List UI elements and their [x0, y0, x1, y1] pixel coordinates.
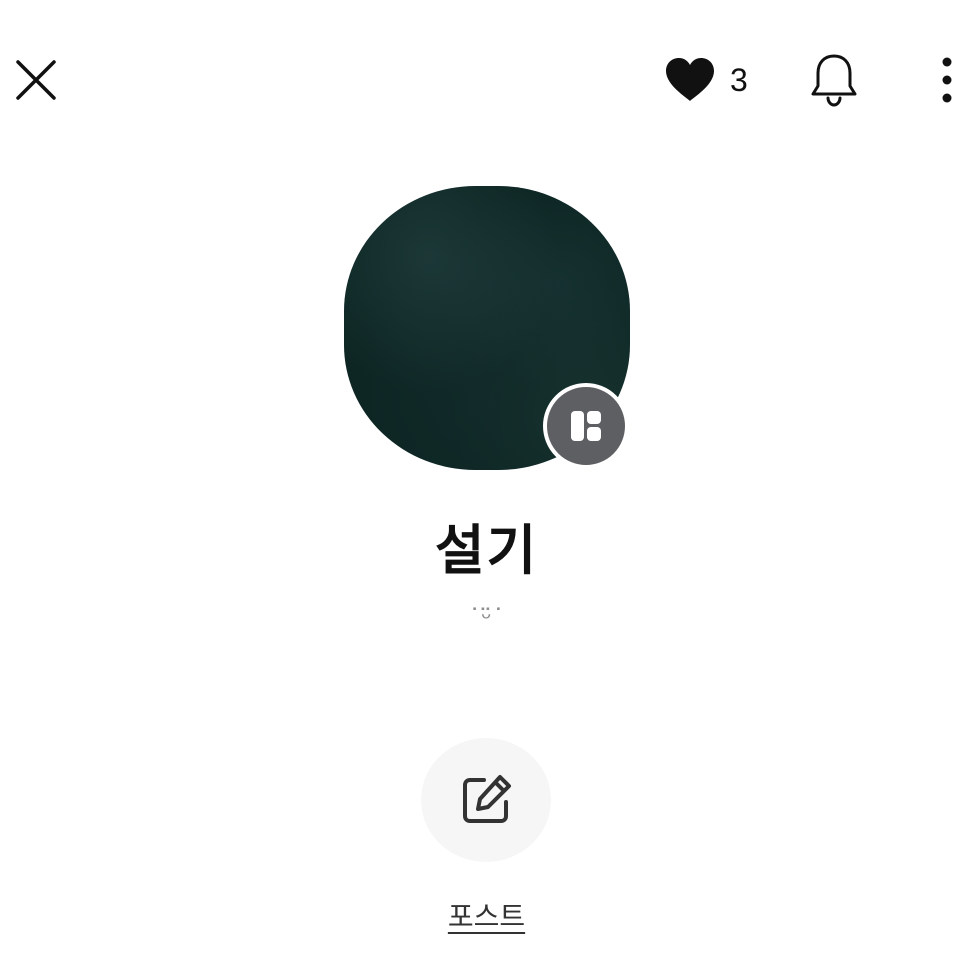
more-options-button[interactable] — [930, 52, 964, 108]
layout-icon — [571, 411, 601, 441]
more-vertical-icon — [942, 57, 952, 103]
profile-section — [344, 186, 630, 470]
like-count: 3 — [730, 61, 748, 98]
close-icon — [16, 60, 56, 100]
heart-icon — [666, 58, 714, 101]
bell-icon — [811, 54, 857, 107]
post-label[interactable]: 포스트 — [0, 895, 973, 935]
post-button[interactable] — [421, 738, 551, 862]
notification-button[interactable] — [806, 50, 862, 110]
profile-status-message: ˙ᵕ̈˙ — [468, 604, 505, 634]
profile-layout-badge[interactable] — [543, 383, 629, 469]
edit-icon — [463, 775, 511, 823]
close-button[interactable] — [8, 52, 64, 108]
like-button[interactable]: 3 — [664, 54, 748, 106]
profile-name: 설기 — [434, 519, 539, 582]
